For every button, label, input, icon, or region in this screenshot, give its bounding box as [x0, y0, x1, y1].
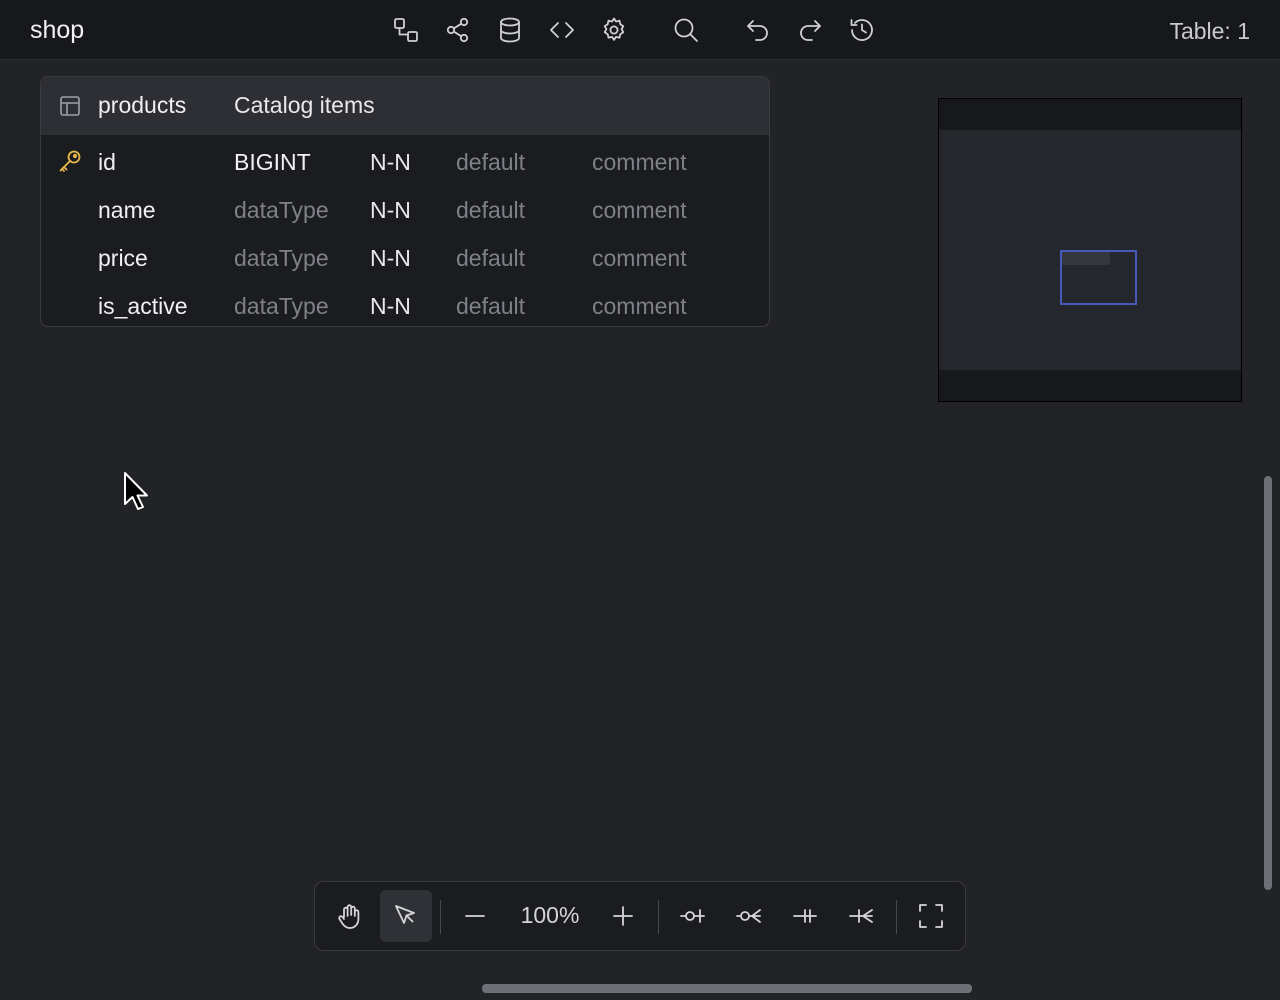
column-default[interactable]: default [456, 197, 525, 224]
settings-icon[interactable] [598, 14, 630, 46]
table-comment[interactable]: Catalog items [234, 92, 375, 119]
minimap-top-band [939, 99, 1241, 130]
table-count: Table: 1 [1169, 18, 1250, 44]
relation-one-one-button[interactable] [779, 890, 831, 942]
column-nullable[interactable]: N-N [370, 197, 411, 224]
fullscreen-icon [919, 904, 943, 928]
key-icon [57, 148, 85, 176]
plus-icon [613, 906, 633, 926]
pointer-icon [395, 905, 415, 924]
project-name[interactable]: shop [30, 16, 84, 45]
toolbar-divider [440, 900, 441, 934]
table-icon [59, 95, 83, 119]
share-icon[interactable] [442, 14, 474, 46]
redo-icon[interactable] [794, 14, 826, 46]
select-tool-button[interactable] [380, 890, 432, 942]
toolbar-divider [896, 900, 897, 934]
database-icon[interactable] [494, 14, 526, 46]
toolbar-divider [658, 900, 659, 934]
column-name[interactable]: price [98, 245, 148, 272]
column-comment[interactable]: comment [592, 293, 687, 320]
zoom-out-button[interactable] [449, 890, 501, 942]
column-comment[interactable]: comment [592, 197, 687, 224]
minimap-viewport[interactable] [1060, 250, 1137, 305]
zoom-in-button[interactable] [597, 890, 649, 942]
table-name[interactable]: products [98, 92, 186, 119]
zero-many-icon [736, 909, 761, 923]
column-comment[interactable]: comment [592, 149, 687, 176]
column-name[interactable]: id [98, 149, 116, 176]
column-name[interactable]: is_active [98, 293, 187, 320]
column-default[interactable]: default [456, 245, 525, 272]
column-nullable[interactable]: N-N [370, 245, 411, 272]
column-comment[interactable]: comment [592, 245, 687, 272]
relation-zero-many-button[interactable] [723, 890, 775, 942]
one-one-icon [793, 909, 817, 923]
zoom-level[interactable]: 100% [505, 902, 595, 929]
relation-zero-one-button[interactable] [667, 890, 719, 942]
column-row[interactable]: price dataType N-N default comment [41, 234, 769, 282]
table-header[interactable]: products Catalog items [41, 77, 769, 135]
column-row[interactable]: id BIGINT N-N default comment [41, 138, 769, 186]
horizontal-scrollbar[interactable] [482, 984, 972, 993]
minimap[interactable] [938, 98, 1242, 402]
fullscreen-button[interactable] [905, 890, 957, 942]
column-type[interactable]: dataType [234, 197, 329, 224]
column-type[interactable]: dataType [234, 293, 329, 320]
canvas-toolbar: 100% [314, 881, 966, 951]
minus-icon [465, 915, 485, 917]
mouse-cursor-icon [122, 471, 152, 513]
table-card-products[interactable]: products Catalog items id BIGINT N-N def… [40, 76, 770, 327]
minimap-bottom-band [939, 370, 1241, 401]
vertical-scrollbar[interactable] [1264, 476, 1272, 890]
column-name[interactable]: name [98, 197, 156, 224]
relationship-icon[interactable] [390, 14, 422, 46]
hand-tool-button[interactable] [324, 890, 376, 942]
column-type[interactable]: BIGINT [234, 149, 311, 176]
column-row[interactable]: name dataType N-N default comment [41, 186, 769, 234]
column-nullable[interactable]: N-N [370, 149, 411, 176]
one-many-icon [849, 909, 873, 923]
column-default[interactable]: default [456, 293, 525, 320]
history-icon[interactable] [846, 14, 878, 46]
relation-one-many-button[interactable] [835, 890, 887, 942]
column-type[interactable]: dataType [234, 245, 329, 272]
column-nullable[interactable]: N-N [370, 293, 411, 320]
zero-one-icon [680, 909, 705, 923]
top-header: shop Table: 1 [0, 0, 1280, 60]
hand-icon [338, 904, 360, 929]
column-default[interactable]: default [456, 149, 525, 176]
undo-icon[interactable] [742, 14, 774, 46]
search-icon[interactable] [670, 14, 702, 46]
column-row[interactable]: is_active dataType N-N default comment [41, 282, 769, 326]
code-icon[interactable] [546, 14, 578, 46]
